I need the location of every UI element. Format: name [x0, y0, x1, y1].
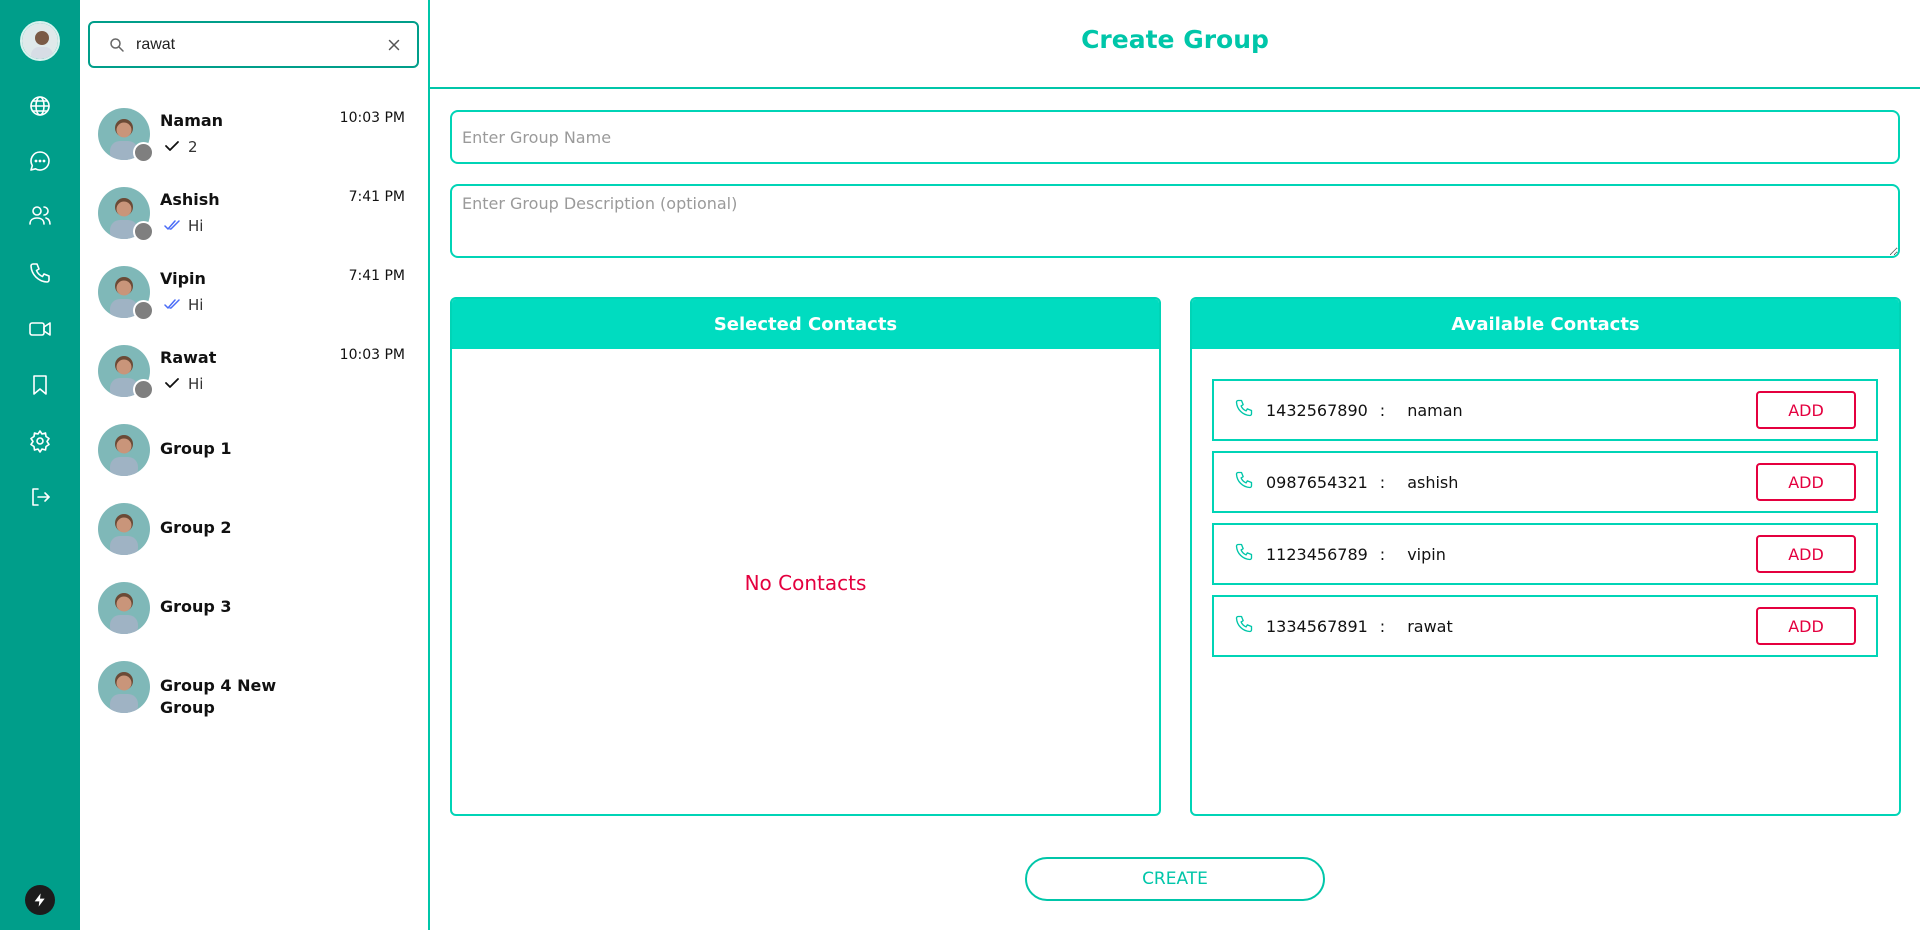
check-icon — [164, 375, 180, 393]
contact-name: ashish — [1407, 472, 1459, 492]
add-contact-button[interactable]: ADD — [1756, 391, 1856, 429]
logout-icon[interactable] — [24, 481, 56, 513]
search-input[interactable] — [136, 35, 376, 54]
contact-separator: : — [1379, 616, 1386, 636]
status-dot — [133, 221, 154, 242]
chat-list-item[interactable]: Vipin 7:41 PM Hi — [80, 266, 429, 336]
last-message-text: Hi — [188, 217, 204, 235]
group-description-input[interactable] — [450, 184, 1900, 258]
group-list-item[interactable]: Group 3 — [80, 582, 429, 652]
contact-number: 1334567891 — [1266, 616, 1368, 636]
chat-time: 10:03 PM — [339, 347, 405, 363]
avatar — [98, 503, 150, 555]
avatar — [98, 424, 150, 476]
last-message: Hi — [164, 296, 203, 314]
last-message: 2 — [164, 138, 198, 156]
create-group-panel: Create Group Selected Contacts No Contac… — [430, 0, 1920, 930]
phone-icon[interactable] — [24, 257, 56, 289]
available-contacts-panel: Available Contacts 1432567890: naman ADD 09… — [1190, 297, 1901, 816]
last-message: Hi — [164, 375, 203, 393]
chat-list-panel: Naman 10:03 PM 2 Ashish 7:41 PM Hi Vipin 7:41 P… — [80, 0, 429, 930]
chat-name: Group 4 New Group — [160, 676, 277, 717]
add-contact-button[interactable]: ADD — [1756, 535, 1856, 573]
globe-icon[interactable] — [24, 90, 56, 122]
chat-list-item[interactable]: Naman 10:03 PM 2 — [80, 108, 429, 178]
double-check-icon — [164, 217, 180, 235]
status-dot — [133, 300, 154, 321]
avatar — [98, 661, 150, 713]
avatar — [98, 582, 150, 634]
last-message-text: Hi — [188, 375, 204, 393]
phone-icon — [1214, 470, 1254, 494]
chat-name: Vipin — [160, 269, 206, 288]
chat-name: Group 2 — [160, 518, 232, 537]
phone-icon — [1214, 614, 1254, 638]
group-list-item[interactable]: Group 1 — [80, 424, 429, 494]
chat-name: Rawat — [160, 348, 217, 367]
chat-name: Naman — [160, 111, 224, 130]
contact-row: 1123456789: vipin ADD — [1212, 523, 1878, 585]
status-dot — [133, 379, 154, 400]
create-button[interactable]: CREATE — [1025, 857, 1325, 901]
phone-icon — [1214, 398, 1254, 422]
profile-avatar[interactable] — [20, 21, 60, 61]
contact-separator: : — [1379, 400, 1386, 420]
contact-row: 0987654321: ashish ADD — [1212, 451, 1878, 513]
selected-contacts-header: Selected Contacts — [452, 299, 1159, 349]
video-icon[interactable] — [24, 313, 56, 345]
chat-bubble-icon[interactable] — [24, 145, 56, 177]
search-icon — [110, 37, 124, 52]
group-name-input[interactable] — [450, 110, 1900, 164]
contact-row: 1432567890: naman ADD — [1212, 379, 1878, 441]
last-message: Hi — [164, 217, 203, 235]
contact-name: vipin — [1407, 544, 1446, 564]
chat-list-item[interactable]: Ashish 7:41 PM Hi — [80, 187, 429, 257]
contact-name: rawat — [1407, 616, 1453, 636]
add-contact-button[interactable]: ADD — [1756, 607, 1856, 645]
chat-time: 10:03 PM — [339, 110, 405, 126]
bolt-icon[interactable] — [25, 885, 55, 915]
last-message-text: Hi — [188, 296, 204, 314]
gear-icon[interactable] — [24, 425, 56, 457]
chat-list-item[interactable]: Rawat 10:03 PM Hi — [80, 345, 429, 415]
chat-time: 7:41 PM — [348, 189, 405, 205]
chat-name: Group 1 — [160, 439, 232, 458]
contact-row: 1334567891: rawat ADD — [1212, 595, 1878, 657]
bookmark-icon[interactable] — [24, 369, 56, 401]
phone-icon — [1214, 542, 1254, 566]
group-list-item[interactable]: Group 4 New Group — [80, 661, 429, 731]
contact-name: naman — [1407, 400, 1463, 420]
contact-number: 1123456789 — [1266, 544, 1368, 564]
nav-rail — [0, 0, 80, 930]
users-icon[interactable] — [24, 199, 56, 231]
add-contact-button[interactable]: ADD — [1756, 463, 1856, 501]
search-box — [88, 21, 419, 68]
header-divider — [430, 87, 1920, 89]
available-contacts-header: Available Contacts — [1192, 299, 1899, 349]
chat-name: Group 3 — [160, 597, 232, 616]
page-title: Create Group — [1081, 25, 1269, 54]
no-contacts-message: No Contacts — [744, 571, 867, 595]
contact-number: 0987654321 — [1266, 472, 1368, 492]
group-list-item[interactable]: Group 2 — [80, 503, 429, 573]
chat-name: Ashish — [160, 190, 220, 209]
contact-number: 1432567890 — [1266, 400, 1368, 420]
status-dot — [133, 142, 154, 163]
last-message-text: 2 — [188, 138, 198, 156]
contact-separator: : — [1379, 472, 1386, 492]
double-check-icon — [164, 296, 180, 314]
close-icon[interactable] — [385, 36, 403, 54]
contact-separator: : — [1379, 544, 1386, 564]
chat-time: 7:41 PM — [348, 268, 405, 284]
check-icon — [164, 138, 180, 156]
selected-contacts-panel: Selected Contacts No Contacts — [450, 297, 1161, 816]
